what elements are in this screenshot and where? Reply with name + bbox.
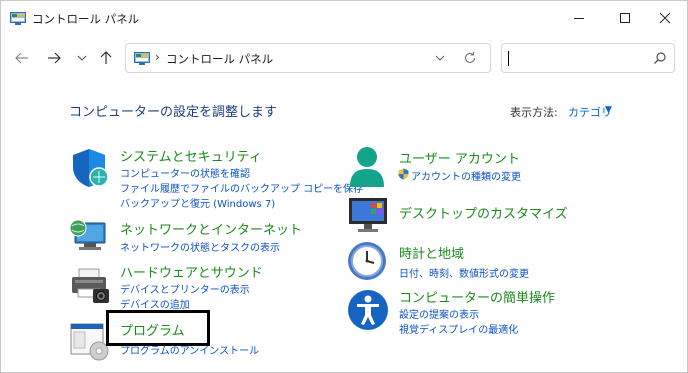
- link-backup-restore[interactable]: バックアップと復元 (Windows 7): [120, 195, 275, 210]
- uac-shield-icon: [398, 168, 409, 180]
- view-by-label: 表示方法:: [510, 106, 558, 119]
- user-icon[interactable]: [347, 145, 387, 189]
- control-panel-icon: [10, 12, 26, 25]
- navigation-bar: › コントロール パネル: [1, 35, 687, 83]
- link-check-computer-status[interactable]: コンピューターの状態を確認: [120, 165, 250, 180]
- search-input[interactable]: [508, 48, 648, 68]
- monitor-icon[interactable]: [347, 195, 391, 235]
- address-bar[interactable]: › コントロール パネル: [125, 43, 491, 73]
- chevron-down-icon: [77, 55, 87, 61]
- search-box[interactable]: [501, 43, 675, 73]
- category-clock-region[interactable]: 時計と地域: [399, 243, 464, 262]
- category-hardware-sound[interactable]: ハードウェアとサウンド: [120, 262, 263, 281]
- link-suggested-settings[interactable]: 設定の提案の表示: [399, 306, 479, 321]
- category-network-internet[interactable]: ネットワークとインターネット: [120, 219, 302, 238]
- control-panel-icon: [134, 52, 150, 65]
- category-desktop-customization[interactable]: デスクトップのカスタマイズ: [399, 203, 568, 222]
- forward-button[interactable]: [43, 47, 65, 69]
- arrow-right-icon: [48, 52, 61, 64]
- link-change-account-type[interactable]: アカウントの種類の変更: [411, 168, 521, 183]
- link-devices-printers[interactable]: デバイスとプリンターの表示: [120, 281, 250, 296]
- minimize-button[interactable]: [557, 3, 601, 33]
- category-user-accounts[interactable]: ユーザー アカウント: [399, 148, 520, 167]
- link-network-status-tasks[interactable]: ネットワークの状態とタスクの表示: [120, 239, 280, 254]
- minimize-icon: [574, 18, 584, 19]
- category-ease-of-access[interactable]: コンピューターの簡単操作: [399, 287, 555, 306]
- title-bar: コントロール パネル: [1, 1, 687, 35]
- maximize-button[interactable]: [603, 3, 647, 33]
- breadcrumb-control-panel[interactable]: コントロール パネル: [166, 51, 273, 67]
- control-panel-window: コントロール パネル › コントロール パネル コンピューターの設定を調整します…: [0, 0, 688, 373]
- printer-icon[interactable]: [69, 267, 113, 307]
- caret-down-icon[interactable]: ▼: [605, 105, 612, 115]
- accessibility-icon[interactable]: [346, 288, 390, 332]
- shield-icon[interactable]: [71, 147, 111, 189]
- search-icon[interactable]: [653, 51, 667, 65]
- refresh-icon[interactable]: [463, 51, 477, 65]
- chevron-down-icon[interactable]: [435, 53, 445, 63]
- clock-icon[interactable]: [345, 239, 389, 283]
- highlight-box: [106, 310, 210, 346]
- link-optimize-visual-display[interactable]: 視覚ディスプレイの最適化: [399, 321, 518, 336]
- link-add-device[interactable]: デバイスの追加: [120, 296, 190, 311]
- close-button[interactable]: [643, 3, 687, 33]
- recent-locations-button[interactable]: [71, 47, 93, 69]
- maximize-icon: [620, 13, 630, 23]
- close-icon: [659, 12, 671, 24]
- window-title: コントロール パネル: [32, 12, 140, 26]
- link-change-date-time-format[interactable]: 日付、時刻、数値形式の変更: [399, 265, 529, 280]
- page-heading: コンピューターの設定を調整します: [69, 105, 278, 120]
- network-globe-icon[interactable]: [69, 217, 113, 255]
- arrow-up-icon: [100, 51, 112, 64]
- up-button[interactable]: [95, 47, 117, 69]
- back-button[interactable]: [11, 47, 33, 69]
- category-system-security[interactable]: システムとセキュリティ: [120, 146, 262, 165]
- arrow-left-icon: [15, 52, 28, 64]
- breadcrumb-separator[interactable]: ›: [155, 50, 160, 64]
- link-file-history-backup[interactable]: ファイル履歴でファイルのバックアップ コピーを保存: [120, 180, 363, 195]
